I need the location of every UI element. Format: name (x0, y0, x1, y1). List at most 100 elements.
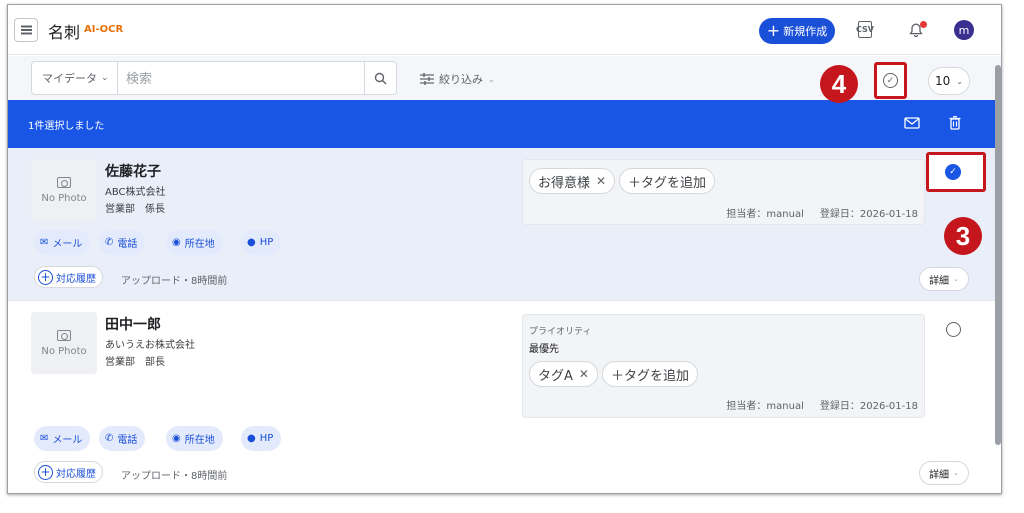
app-window: 名刺 AI-OCR + 新規作成 CSV m マイデータ ⌄ 絞り込み ⌄ (7, 4, 1002, 494)
mail-label: メール (52, 239, 83, 250)
contact-company: あいうえお株式会社 (105, 340, 195, 351)
address-label: 所在地 (184, 239, 215, 250)
mail-icon[interactable] (903, 114, 921, 132)
hamburger-menu-icon[interactable] (14, 18, 38, 42)
globe-icon: ● (247, 237, 256, 248)
contact-name[interactable]: 田中一郎 (105, 314, 161, 334)
address-label: 所在地 (184, 435, 215, 446)
selected-check-icon[interactable]: ✓ (945, 164, 961, 180)
mail-label: メール (52, 435, 83, 446)
chevron-down-icon: ⌄ (953, 469, 959, 477)
mail-icon: ✉ (40, 237, 49, 248)
search-button[interactable] (364, 62, 396, 94)
no-photo-placeholder: No Photo (31, 312, 97, 374)
detail-button[interactable]: 詳細 ⌄ (919, 461, 969, 485)
data-scope-label: マイデータ (42, 72, 97, 85)
annotation-marker-4: 4 (820, 65, 858, 103)
tag-info-box: プライオリティ 最優先 タグA ✕ ＋タグを追加 担当者：manual 登録日：… (522, 314, 925, 418)
remove-tag-icon[interactable]: ✕ (579, 367, 589, 381)
new-card-button[interactable]: + 新規作成 (759, 18, 835, 44)
csv-export-icon[interactable]: CSV (856, 21, 874, 38)
data-scope-select[interactable]: マイデータ ⌄ (32, 62, 118, 94)
location-pin-icon: ◉ (172, 433, 181, 444)
selection-bar: 1件選択しました (8, 100, 1001, 148)
contact-department: 営業部 部長 (105, 357, 165, 368)
trash-icon[interactable] (946, 114, 964, 132)
camera-icon (57, 176, 71, 188)
tag-info-box: お得意様 ✕ ＋タグを追加 担当者：manual 登録日：2026-01-18 (522, 159, 925, 225)
circle-check-icon: ✓ (883, 73, 898, 88)
contact-name[interactable]: 佐藤花子 (105, 161, 161, 181)
phone-icon: ✆ (105, 433, 114, 444)
history-label: 対応履歴 (56, 468, 96, 480)
plus-circle-icon: + (38, 269, 53, 285)
upload-status: アップロード・8時間前 (121, 471, 228, 482)
sliders-icon (420, 73, 434, 85)
address-button[interactable]: ◉ 所在地 (166, 230, 223, 255)
plus-circle-icon: + (38, 464, 53, 480)
notification-dot (920, 21, 927, 28)
contact-company: ABC株式会社 (105, 187, 166, 198)
search-icon (374, 72, 387, 84)
priority-value: 最優先 (529, 344, 559, 355)
phone-label: 電話 (117, 239, 138, 250)
homepage-button[interactable]: ● HP (241, 426, 282, 451)
card-list-item[interactable]: No Photo 田中一郎 あいうえお株式会社 営業部 部長 プライオリティ 最… (8, 301, 1001, 493)
add-tag-button[interactable]: ＋タグを追加 (619, 168, 716, 194)
card-meta: 担当者：manual 登録日：2026-01-18 (726, 397, 918, 412)
filter-label: 絞り込み (439, 73, 483, 86)
contact-department: 営業部 係長 (105, 204, 165, 215)
page-size-select[interactable]: 10 ⌄ (928, 67, 970, 95)
history-label: 対応履歴 (56, 273, 96, 285)
mail-button[interactable]: ✉ メール (34, 230, 91, 255)
detail-label: 詳細 (929, 469, 950, 481)
homepage-label: HP (259, 237, 274, 248)
location-pin-icon: ◉ (172, 237, 181, 248)
detail-button[interactable]: 詳細 ⌄ (919, 267, 969, 291)
remove-tag-icon[interactable]: ✕ (596, 174, 606, 188)
add-tag-button[interactable]: ＋タグを追加 (602, 361, 699, 387)
history-button[interactable]: + 対応履歴 (34, 461, 103, 483)
card-list-item[interactable]: No Photo 佐藤花子 ABC株式会社 営業部 係長 ✉ メール ✆ 電話 ◉ 所… (8, 148, 1001, 301)
owner-text: 担当者：manual (726, 401, 804, 412)
registered-date: 登録日：2026-01-18 (819, 401, 918, 412)
no-photo-placeholder: No Photo (31, 159, 97, 221)
detail-label: 詳細 (929, 275, 950, 287)
app-header: 名刺 AI-OCR + 新規作成 CSV m (8, 5, 1001, 55)
phone-icon: ✆ (105, 237, 114, 248)
mail-button[interactable]: ✉ メール (34, 426, 91, 451)
search-box: マイデータ ⌄ (31, 61, 397, 95)
priority-label: プライオリティ (529, 327, 592, 337)
page-title: 名刺 (48, 23, 81, 42)
no-photo-label: No Photo (41, 345, 87, 357)
filter-button[interactable]: 絞り込み ⌄ (420, 71, 495, 87)
tag-chip: タグA ✕ (529, 361, 598, 387)
chevron-down-icon: ⌄ (956, 76, 963, 86)
select-all-checkbox[interactable]: ✓ (874, 62, 907, 99)
phone-button[interactable]: ✆ 電話 (99, 230, 146, 255)
chevron-down-icon: ⌄ (488, 74, 495, 84)
history-button[interactable]: + 対応履歴 (34, 266, 103, 288)
select-card-radio[interactable] (946, 322, 961, 337)
phone-button[interactable]: ✆ 電話 (99, 426, 146, 451)
phone-label: 電話 (117, 435, 138, 446)
registered-date: 登録日：2026-01-18 (819, 209, 918, 220)
upload-status: アップロード・8時間前 (121, 276, 228, 287)
annotation-marker-3: 3 (944, 217, 982, 255)
tag-label: タグA (538, 368, 573, 384)
homepage-button[interactable]: ● HP (241, 230, 282, 255)
avatar[interactable]: m (954, 20, 974, 40)
owner-text: 担当者：manual (726, 209, 804, 220)
no-photo-label: No Photo (41, 192, 87, 204)
search-input[interactable] (126, 70, 346, 88)
mail-icon: ✉ (40, 433, 49, 444)
tag-label: お得意様 (538, 175, 591, 191)
address-button[interactable]: ◉ 所在地 (166, 426, 223, 451)
chevron-down-icon: ⌄ (953, 275, 959, 283)
tag-chip: お得意様 ✕ (529, 168, 616, 194)
page-size-value: 10 (935, 74, 951, 88)
scrollbar[interactable] (995, 65, 1001, 445)
new-card-label: 新規作成 (783, 25, 828, 38)
globe-icon: ● (247, 433, 256, 444)
card-meta: 担当者：manual 登録日：2026-01-18 (726, 205, 918, 220)
